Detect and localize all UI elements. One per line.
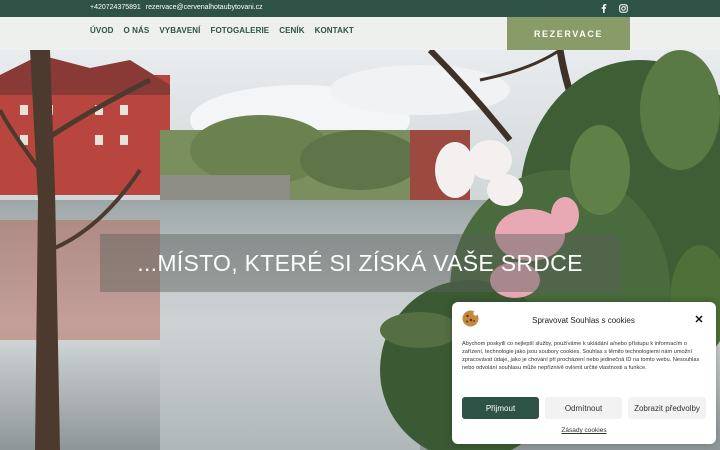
nav-item-kontakt[interactable]: KONTAKT: [315, 26, 354, 35]
nav-menu: ÚVOD O NÁS VYBAVENÍ FOTOGALERIE CENÍK KO…: [90, 26, 364, 35]
hero-tagline: ...MÍSTO, KTERÉ SI ZÍSKÁ VAŠE SRDCE: [137, 249, 583, 276]
cookie-icon: [462, 310, 479, 327]
contact-info: +420724375891 rezervace@cervenalhotaubyt…: [90, 4, 263, 11]
nav-item-fotogalerie[interactable]: FOTOGALERIE: [210, 26, 269, 35]
cookie-policy-link[interactable]: Zásady cookies: [452, 427, 716, 434]
main-navigation: ÚVOD O NÁS VYBAVENÍ FOTOGALERIE CENÍK KO…: [0, 17, 720, 50]
facebook-icon[interactable]: [599, 3, 609, 13]
rezervace-button[interactable]: REZERVACE: [507, 17, 630, 50]
view-preferences-button[interactable]: Zobrazit předvolby: [628, 397, 706, 419]
phone-link[interactable]: +420724375891: [90, 4, 141, 11]
cookie-modal-title: Spravovat Souhlas s cookies: [532, 316, 635, 325]
nav-item-o-nas[interactable]: O NÁS: [124, 26, 150, 35]
accept-cookies-button[interactable]: Přijmout: [462, 397, 539, 419]
close-icon[interactable]: ✕: [693, 314, 705, 326]
cookie-modal-text: Abychom poskytli co nejlepší služby, pou…: [462, 341, 700, 372]
nav-item-cenik[interactable]: CENÍK: [279, 26, 304, 35]
nav-item-uvod[interactable]: ÚVOD: [90, 26, 114, 35]
top-contact-bar: +420724375891 rezervace@cervenalhotaubyt…: [0, 0, 720, 17]
hero-tagline-banner: ...MÍSTO, KTERÉ SI ZÍSKÁ VAŠE SRDCE: [100, 234, 620, 292]
deny-cookies-button[interactable]: Odmítnout: [545, 397, 622, 419]
instagram-icon[interactable]: [618, 3, 628, 13]
email-link[interactable]: rezervace@cervenalhotaubytovani.cz: [146, 4, 263, 11]
cookie-consent-modal: Spravovat Souhlas s cookies ✕ Abychom po…: [452, 302, 716, 444]
nav-item-vybaveni[interactable]: VYBAVENÍ: [159, 26, 200, 35]
